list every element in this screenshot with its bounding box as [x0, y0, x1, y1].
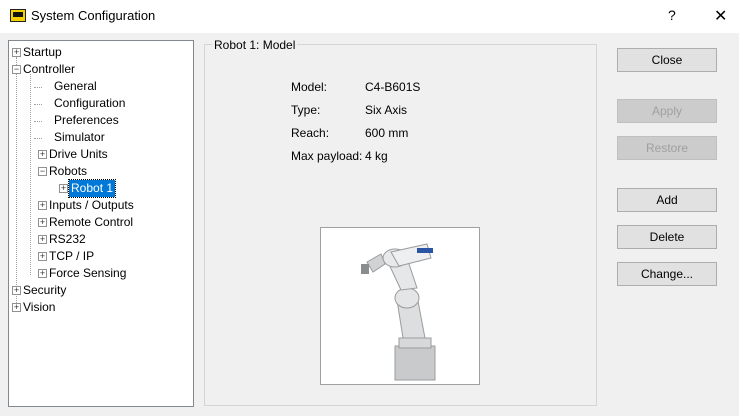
tree-item-label: Startup — [23, 45, 62, 59]
tree-item-label: TCP / IP — [49, 249, 95, 263]
close-button[interactable]: Close — [617, 48, 717, 72]
tree-item-label: General — [54, 79, 97, 93]
app-icon — [10, 9, 26, 22]
tree-item-label: RS232 — [49, 232, 86, 246]
group-title: Robot 1: Model — [212, 38, 298, 52]
type-label: Type: — [291, 103, 321, 117]
tree-line — [34, 104, 42, 105]
reach-label: Reach: — [291, 126, 330, 140]
title-bar: System Configuration ? ✕ — [0, 0, 739, 33]
model-value: C4-B601S — [365, 80, 421, 94]
expand-plus-icon[interactable]: + — [38, 150, 47, 159]
delete-button[interactable]: Delete — [617, 225, 717, 249]
type-value: Six Axis — [365, 103, 408, 117]
robot-arm-icon — [361, 243, 436, 381]
apply-button[interactable]: Apply — [617, 99, 717, 123]
tree-item-label-selected: Robot 1 — [67, 179, 117, 198]
tree-item-label: Controller — [23, 62, 76, 76]
tree-item-label: Configuration — [54, 96, 126, 110]
max-payload-label: Max payload: — [291, 149, 363, 163]
collapse-minus-icon[interactable]: − — [38, 167, 47, 176]
model-label: Model: — [291, 80, 328, 94]
change-button[interactable]: Change... — [617, 262, 717, 286]
reach-value: 600 mm — [365, 126, 409, 140]
help-button[interactable]: ? — [668, 7, 676, 23]
expand-plus-icon[interactable]: + — [12, 48, 21, 57]
tree-item-label: Security — [23, 283, 67, 297]
tree-line — [16, 57, 17, 309]
tree-item-label: Simulator — [54, 130, 105, 144]
tree-item-label: Drive Units — [49, 147, 108, 161]
expand-plus-icon[interactable]: + — [38, 201, 47, 210]
tree-line — [34, 121, 42, 122]
tree-line — [34, 87, 42, 88]
robot-image — [320, 227, 480, 385]
tree-line — [34, 138, 42, 139]
expand-plus-icon[interactable]: + — [38, 252, 47, 261]
expand-plus-icon[interactable]: + — [12, 286, 21, 295]
expand-plus-icon[interactable]: + — [38, 269, 47, 278]
expand-plus-icon[interactable]: + — [38, 218, 47, 227]
max-payload-value: 4 kg — [365, 149, 388, 163]
tree-item-label: Vision — [23, 300, 56, 314]
close-window-button[interactable]: ✕ — [714, 6, 727, 26]
add-button[interactable]: Add — [617, 188, 717, 212]
tree-line — [30, 74, 31, 275]
expand-plus-icon[interactable]: + — [59, 184, 68, 193]
tree-item-label: Remote Control — [49, 215, 134, 229]
expand-plus-icon[interactable]: + — [12, 303, 21, 312]
config-tree[interactable]: + Startup − Controller General Configura… — [8, 40, 194, 407]
tree-item-label: Inputs / Outputs — [49, 198, 134, 212]
window-title: System Configuration — [31, 8, 156, 23]
expand-plus-icon[interactable]: + — [38, 235, 47, 244]
tree-item-label: Preferences — [54, 113, 119, 127]
tree-item-label: Force Sensing — [49, 266, 127, 280]
collapse-minus-icon[interactable]: − — [12, 65, 21, 74]
tree-item-label: Robots — [49, 164, 88, 178]
restore-button[interactable]: Restore — [617, 136, 717, 160]
